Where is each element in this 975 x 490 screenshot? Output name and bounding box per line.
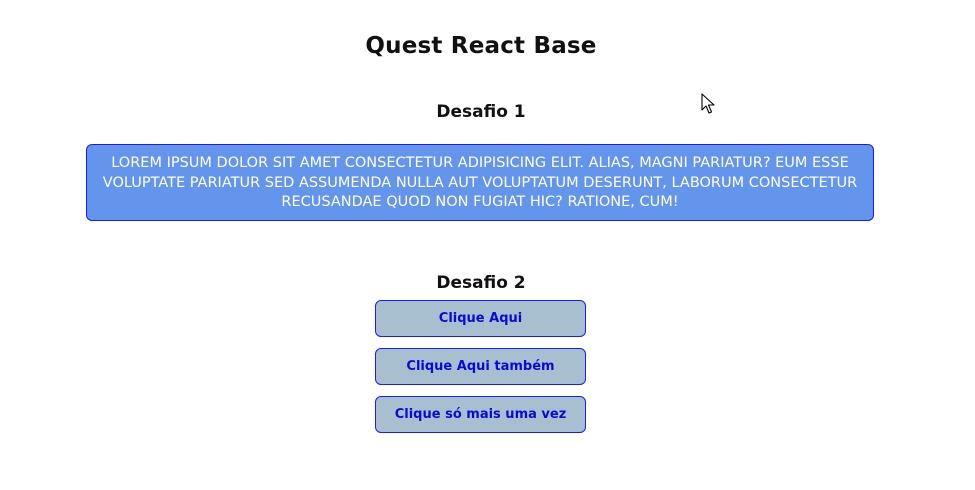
desafio-2-heading: Desafio 2 (436, 273, 526, 294)
clique-aqui-button[interactable]: Clique Aqui (375, 300, 586, 337)
clique-so-mais-uma-vez-button[interactable]: Clique só mais uma vez (375, 396, 586, 433)
desafio-1-heading: Desafio 1 (436, 102, 526, 123)
mouse-pointer-icon (701, 93, 715, 114)
page-title: Quest React Base (365, 33, 597, 60)
clique-aqui-tambem-button[interactable]: Clique Aqui também (375, 348, 586, 385)
lorem-text-box: Lorem ipsum dolor sit amet consectetur a… (86, 144, 874, 221)
